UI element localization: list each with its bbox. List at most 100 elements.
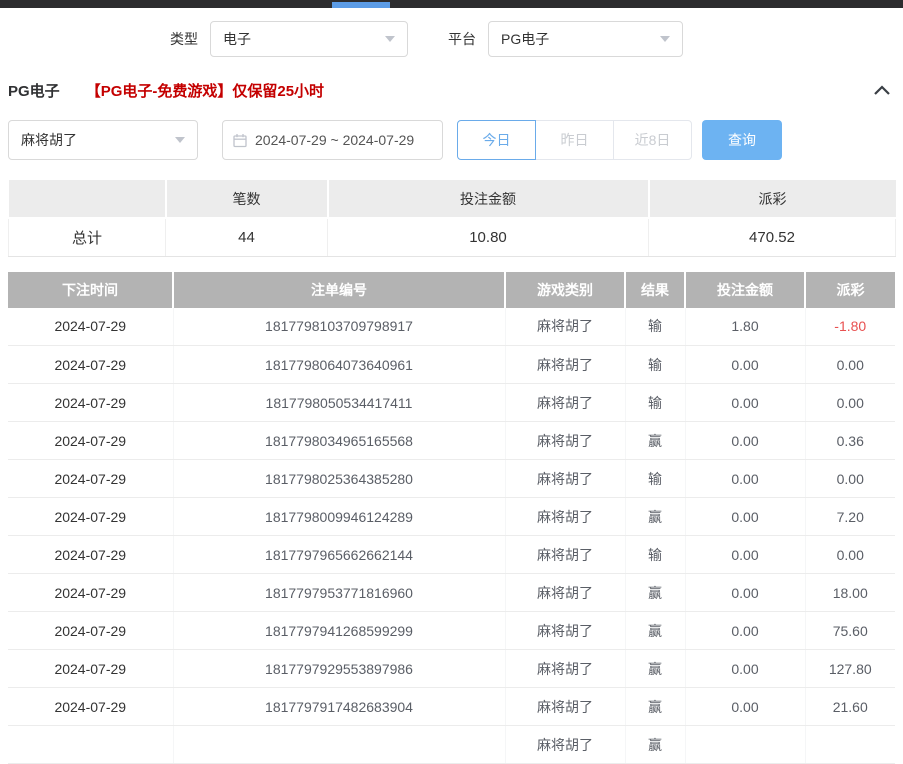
table-row: 2024-07-29 1817798034965165568 麻将胡了 赢 0.… xyxy=(8,422,895,460)
bet-amount: 0.00 xyxy=(685,650,805,688)
bet-result: 输 xyxy=(625,460,685,498)
search-button[interactable]: 查询 xyxy=(702,120,782,160)
summary-header-bet-amount: 投注金额 xyxy=(328,180,649,218)
bet-result: 赢 xyxy=(625,688,685,726)
header-order-id: 注单编号 xyxy=(173,272,505,308)
yesterday-button[interactable]: 昨日 xyxy=(535,120,614,160)
bet-payout: 75.60 xyxy=(805,612,895,650)
bet-game: 麻将胡了 xyxy=(505,384,625,422)
bet-amount: 0.00 xyxy=(685,612,805,650)
header-result: 结果 xyxy=(625,272,685,308)
bet-order-id: 1817798025364385280 xyxy=(173,460,505,498)
bet-amount xyxy=(685,726,805,764)
bet-date: 2024-07-29 xyxy=(8,688,173,726)
filter-bar: 类型 电子 平台 PG电子 xyxy=(0,8,903,70)
bet-table-header-row: 下注时间 注单编号 游戏类别 结果 投注金额 派彩 xyxy=(8,272,895,308)
bet-amount: 0.00 xyxy=(685,498,805,536)
bet-table: 下注时间 注单编号 游戏类别 结果 投注金额 派彩 2024-07-29 181… xyxy=(8,272,895,764)
table-row: 2024-07-29 1817798050534417411 麻将胡了 输 0.… xyxy=(8,384,895,422)
caret-down-icon xyxy=(175,137,185,143)
bet-game: 麻将胡了 xyxy=(505,612,625,650)
bet-order-id: 1817797953771816960 xyxy=(173,574,505,612)
bet-date: 2024-07-29 xyxy=(8,536,173,574)
bet-payout: 0.36 xyxy=(805,422,895,460)
summary-header-payout: 派彩 xyxy=(649,180,896,218)
header-bet-amount: 投注金额 xyxy=(685,272,805,308)
type-select[interactable]: 电子 xyxy=(210,21,408,57)
today-button[interactable]: 今日 xyxy=(457,120,536,160)
bet-result: 赢 xyxy=(625,422,685,460)
table-row: 2024-07-29 1817798009946124289 麻将胡了 赢 0.… xyxy=(8,498,895,536)
platform-select[interactable]: PG电子 xyxy=(488,21,683,57)
bet-order-id: 1817798103709798917 xyxy=(173,308,505,346)
bet-table-body: 2024-07-29 1817798103709798917 麻将胡了 输 1.… xyxy=(8,308,895,764)
table-row: 2024-07-29 1817797965662662144 麻将胡了 输 0.… xyxy=(8,536,895,574)
bet-result: 赢 xyxy=(625,612,685,650)
bet-date: 2024-07-29 xyxy=(8,498,173,536)
bet-game: 麻将胡了 xyxy=(505,460,625,498)
last-8-days-button[interactable]: 近8日 xyxy=(613,120,692,160)
bet-amount: 0.00 xyxy=(685,460,805,498)
platform-select-value: PG电子 xyxy=(501,29,549,49)
bet-game: 麻将胡了 xyxy=(505,422,625,460)
summary-header-count: 笔数 xyxy=(166,180,328,218)
bet-order-id xyxy=(173,726,505,764)
query-row: 麻将胡了 2024-07-29 ~ 2024-07-29 今日 昨日 近8日 查… xyxy=(0,120,903,160)
bet-result: 输 xyxy=(625,384,685,422)
table-row: 2024-07-29 1817797941268599299 麻将胡了 赢 0.… xyxy=(8,612,895,650)
bet-amount: 0.00 xyxy=(685,384,805,422)
header-payout: 派彩 xyxy=(805,272,895,308)
bet-game: 麻将胡了 xyxy=(505,726,625,764)
bet-payout: 0.00 xyxy=(805,346,895,384)
bet-game: 麻将胡了 xyxy=(505,498,625,536)
bet-result: 赢 xyxy=(625,650,685,688)
header-game-category: 游戏类别 xyxy=(505,272,625,308)
summary-total-row: 总计 44 10.80 470.52 xyxy=(9,218,896,256)
section-notice: 【PG电子-免费游戏】仅保留25小时 xyxy=(86,80,324,101)
bet-order-id: 1817797929553897986 xyxy=(173,650,505,688)
bet-order-id: 1817798034965165568 xyxy=(173,422,505,460)
bet-payout: 18.00 xyxy=(805,574,895,612)
bet-result: 赢 xyxy=(625,574,685,612)
bet-order-id: 1817797917482683904 xyxy=(173,688,505,726)
date-range-input[interactable]: 2024-07-29 ~ 2024-07-29 xyxy=(222,120,443,160)
bet-payout: 21.60 xyxy=(805,688,895,726)
type-select-value: 电子 xyxy=(223,29,251,49)
section-header: PG电子 【PG电子-免费游戏】仅保留25小时 xyxy=(0,72,903,108)
bet-date: 2024-07-29 xyxy=(8,346,173,384)
summary-table: 笔数 投注金额 派彩 总计 44 10.80 470.52 xyxy=(8,180,896,257)
bet-date: 2024-07-29 xyxy=(8,308,173,346)
game-select[interactable]: 麻将胡了 xyxy=(8,120,198,160)
chevron-up-icon xyxy=(873,85,891,96)
bet-order-id: 1817797941268599299 xyxy=(173,612,505,650)
bet-payout: 0.00 xyxy=(805,384,895,422)
bet-game: 麻将胡了 xyxy=(505,308,625,346)
bet-game: 麻将胡了 xyxy=(505,536,625,574)
calendar-icon xyxy=(233,133,247,148)
bet-result: 赢 xyxy=(625,726,685,764)
bet-amount: 0.00 xyxy=(685,688,805,726)
bet-payout xyxy=(805,726,895,764)
table-row: 2024-07-29 1817797929553897986 麻将胡了 赢 0.… xyxy=(8,650,895,688)
collapse-button[interactable] xyxy=(873,85,891,96)
bet-game: 麻将胡了 xyxy=(505,650,625,688)
active-tab-indicator xyxy=(332,2,390,8)
bet-payout: 127.80 xyxy=(805,650,895,688)
bet-payout: 0.00 xyxy=(805,536,895,574)
summary-header-row: 笔数 投注金额 派彩 xyxy=(9,180,896,218)
bet-order-id: 1817798050534417411 xyxy=(173,384,505,422)
caret-down-icon xyxy=(660,36,670,42)
bet-result: 赢 xyxy=(625,498,685,536)
summary-total-label: 总计 xyxy=(9,218,166,256)
bet-amount: 0.00 xyxy=(685,346,805,384)
table-row: 2024-07-29 1817798025364385280 麻将胡了 输 0.… xyxy=(8,460,895,498)
bet-game: 麻将胡了 xyxy=(505,688,625,726)
bet-amount: 0.00 xyxy=(685,574,805,612)
bet-order-id: 1817797965662662144 xyxy=(173,536,505,574)
bet-date: 2024-07-29 xyxy=(8,574,173,612)
bet-date: 2024-07-29 xyxy=(8,384,173,422)
table-row: 麻将胡了 赢 xyxy=(8,726,895,764)
bet-amount: 0.00 xyxy=(685,422,805,460)
bet-result: 输 xyxy=(625,536,685,574)
date-range-value: 2024-07-29 ~ 2024-07-29 xyxy=(255,132,414,148)
